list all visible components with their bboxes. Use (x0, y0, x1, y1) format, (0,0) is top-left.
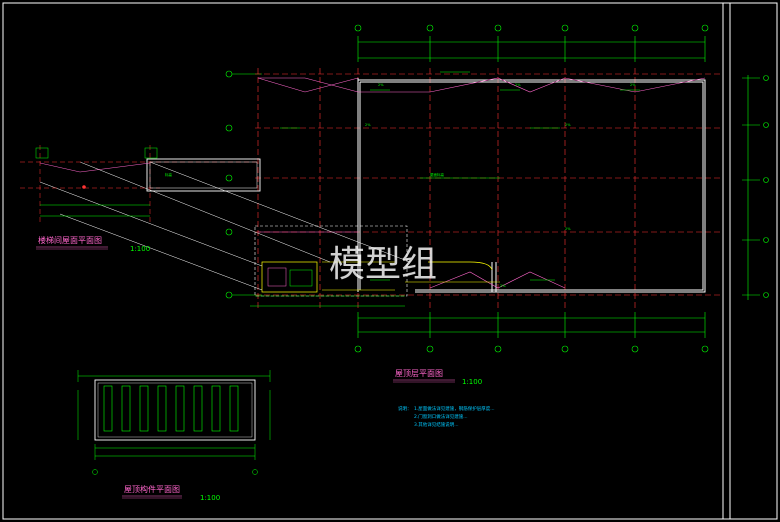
title-roof-component: 屋顶构件平面图 1:100 (122, 484, 220, 502)
slope-label-1: 2% (378, 83, 384, 87)
notes-line-2: 2.门窗洞口做法详见建施... (414, 413, 468, 420)
top-dimensions (357, 36, 706, 62)
slope-label-5: 2% (565, 123, 571, 127)
bottom-dimensions (357, 312, 706, 338)
bottom-grid-bubbles (354, 345, 709, 353)
title-roof-component-name: 屋顶构件平面图 (124, 484, 180, 494)
title-stair-roof-name: 楼梯间屋面平面图 (38, 235, 102, 245)
slope-lines (257, 77, 706, 289)
title-stair-roof-scale: 1:100 (130, 245, 150, 253)
slope-label-7: 2% (500, 284, 506, 288)
slope-label-6: 2% (565, 227, 571, 231)
title-roof-component-scale: 1:100 (200, 494, 220, 502)
notes-line-3: 3.其他详见结施说明... (414, 421, 459, 428)
axis-lines (255, 68, 720, 310)
notes-line-1: 1.屋面做法详见建施，钢筋保护层厚度... (414, 405, 495, 412)
roof-component-plan (77, 370, 271, 475)
watermark-text: 模型组 (329, 244, 437, 285)
cad-drawing: 2% 2% 2% 2% 2% 屋面标高 2% 2% 标高 楼梯间屋面平面图 1:… (2, 2, 778, 520)
notes-block: 说明： 1.屋面做法详见建施，钢筋保护层厚度... 2.门窗洞口做法详见建施..… (398, 405, 495, 428)
slope-label-3: 2% (630, 83, 636, 87)
stair-roof-plan (20, 145, 261, 225)
top-grid-bubbles (354, 24, 709, 32)
stair-roof-mark: 标高 (165, 172, 172, 177)
side-elevation (742, 75, 769, 300)
title-roof-plan-name: 屋顶层平面图 (395, 369, 443, 378)
title-roof-plan: 屋顶层平面图 1:100 (393, 369, 482, 386)
roof-elev-mark: 屋面标高 (430, 172, 444, 177)
notes-heading: 说明： (398, 405, 412, 412)
title-roof-plan-scale: 1:100 (462, 378, 482, 386)
slope-label-2: 2% (515, 83, 521, 87)
slope-label-4: 2% (365, 123, 371, 127)
title-stair-roof: 楼梯间屋面平面图 1:100 (36, 235, 150, 253)
